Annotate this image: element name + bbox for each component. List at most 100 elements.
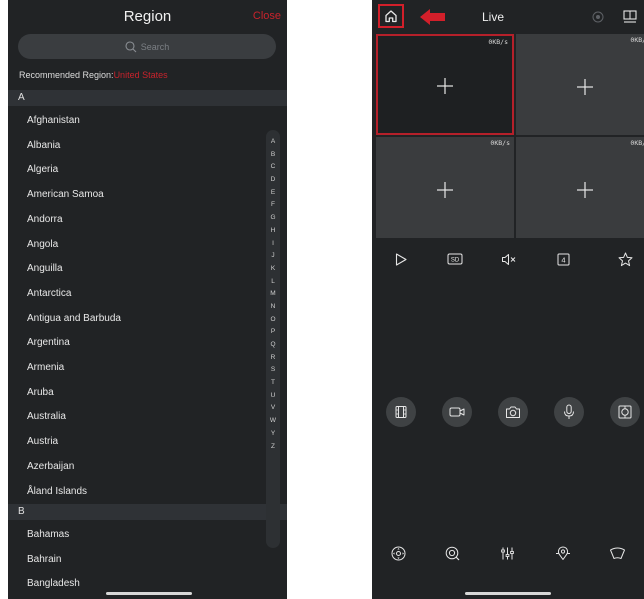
index-letter[interactable]: E <box>266 187 280 199</box>
index-letter[interactable]: U <box>266 390 280 402</box>
country-row[interactable]: Algeria <box>8 158 263 183</box>
wiper-button[interactable] <box>606 542 628 564</box>
index-letter[interactable]: J <box>266 250 280 262</box>
index-letter[interactable]: Y <box>266 428 280 440</box>
playback-film-icon <box>395 406 407 418</box>
play-icon <box>395 252 407 266</box>
country-row[interactable]: Andorra <box>8 208 263 233</box>
multiview-layout-icon[interactable] <box>623 10 637 23</box>
index-letter[interactable]: V <box>266 402 280 414</box>
index-letter[interactable]: R <box>266 352 280 364</box>
playback-control-bar: SD 4 <box>372 246 644 272</box>
split-screen-icon: 4 <box>557 253 569 265</box>
index-letter[interactable]: B <box>266 149 280 161</box>
arrow-left-annotation-icon <box>420 9 445 25</box>
add-device-icon[interactable] <box>576 181 594 199</box>
index-letter[interactable]: L <box>266 276 280 288</box>
country-row[interactable]: Argentina <box>8 331 263 356</box>
zoom-focus-button[interactable] <box>441 542 463 564</box>
home-indicator <box>465 592 551 595</box>
index-letter[interactable]: C <box>266 161 280 173</box>
index-letter[interactable]: I <box>266 238 280 250</box>
add-device-icon[interactable] <box>436 77 454 95</box>
country-row[interactable]: Albania <box>8 134 263 159</box>
search-input[interactable]: Search <box>18 34 276 59</box>
ptz-button[interactable] <box>387 542 409 564</box>
video-tile[interactable]: 0KB/s <box>376 34 514 135</box>
fisheye-button[interactable] <box>610 397 640 427</box>
home-indicator <box>106 592 192 595</box>
country-row[interactable]: Armenia <box>8 356 263 381</box>
page-title: Region <box>123 8 172 25</box>
sd-quality-icon: SD <box>447 253 463 265</box>
add-device-icon[interactable] <box>576 78 594 96</box>
record-video-button[interactable] <box>442 397 472 427</box>
playback-button[interactable] <box>386 397 416 427</box>
index-letter[interactable]: W <box>266 415 280 427</box>
ptz-direction-icon <box>391 546 405 560</box>
zoom-lens-icon <box>445 546 459 560</box>
country-row[interactable]: American Samoa <box>8 183 263 208</box>
index-letter[interactable]: A <box>266 136 280 148</box>
snapshot-button[interactable] <box>498 397 528 427</box>
bitrate-label: 0KB/s <box>488 38 508 46</box>
close-button[interactable]: Close <box>253 10 281 22</box>
country-row[interactable]: Aruba <box>8 381 263 406</box>
index-letter[interactable]: H <box>266 225 280 237</box>
split-screen-button[interactable]: 4 <box>550 246 576 272</box>
talk-button[interactable] <box>554 397 584 427</box>
region-header: Region Close <box>8 0 287 34</box>
preset-button[interactable] <box>552 542 574 564</box>
region-screen: Region Close Search Recommended Region:U… <box>8 0 287 599</box>
index-letter[interactable]: G <box>266 212 280 224</box>
country-row[interactable]: Azerbaijan <box>8 455 263 480</box>
index-letter[interactable]: N <box>266 301 280 313</box>
recommended-region[interactable]: Recommended Region:United States <box>19 70 168 80</box>
index-letter[interactable]: O <box>266 314 280 326</box>
sd-quality-button[interactable]: SD <box>442 246 468 272</box>
alphabet-index[interactable]: A B C D E F G H I J K L M N O P Q R S T … <box>266 130 280 548</box>
add-device-icon[interactable] <box>436 181 454 199</box>
index-letter[interactable]: M <box>266 288 280 300</box>
live-screen: Live 0KB/s 0KB/s 0KB/s 0KB/s <box>372 0 644 599</box>
country-row[interactable]: Australia <box>8 405 263 430</box>
index-letter[interactable]: D <box>266 174 280 186</box>
index-letter[interactable]: T <box>266 377 280 389</box>
bitrate-label: 0KB/s <box>630 36 644 44</box>
favorite-star-icon <box>618 252 632 266</box>
country-row[interactable]: Angola <box>8 233 263 258</box>
recommended-label: Recommended Region: <box>19 70 114 80</box>
country-row[interactable]: Åland Islands <box>8 480 263 505</box>
home-button[interactable] <box>378 4 404 28</box>
index-letter[interactable]: F <box>266 199 280 211</box>
video-tile[interactable]: 0KB/s <box>376 137 514 238</box>
section-header-b: B <box>8 504 287 520</box>
image-adjust-button[interactable] <box>496 542 518 564</box>
country-row[interactable]: Anguilla <box>8 257 263 282</box>
recommended-country[interactable]: United States <box>114 70 168 80</box>
index-letter[interactable]: S <box>266 364 280 376</box>
index-letter[interactable]: Z <box>266 441 280 453</box>
country-row[interactable]: Bahamas <box>8 523 263 548</box>
index-letter[interactable]: P <box>266 326 280 338</box>
index-letter[interactable]: K <box>266 263 280 275</box>
country-row[interactable]: Antarctica <box>8 282 263 307</box>
country-row[interactable]: Austria <box>8 430 263 455</box>
country-row[interactable]: Antigua and Barbuda <box>8 307 263 332</box>
favorite-button[interactable] <box>612 246 638 272</box>
country-row[interactable]: Afghanistan <box>8 109 263 134</box>
record-status-icon[interactable] <box>592 11 604 23</box>
play-button[interactable] <box>388 246 414 272</box>
video-grid: 0KB/s 0KB/s 0KB/s 0KB/s <box>376 34 644 238</box>
video-tile[interactable]: 0KB/s <box>516 34 644 135</box>
live-header: Live <box>372 0 644 34</box>
preset-icon <box>556 545 570 560</box>
video-tile[interactable]: 0KB/s <box>516 137 644 238</box>
country-row[interactable]: Bahrain <box>8 548 263 573</box>
sd-label: SD <box>451 258 460 264</box>
section-header-a: A <box>8 90 287 106</box>
bitrate-label: 0KB/s <box>490 139 510 147</box>
home-icon <box>385 10 397 23</box>
index-letter[interactable]: Q <box>266 339 280 351</box>
mute-button[interactable] <box>496 246 522 272</box>
